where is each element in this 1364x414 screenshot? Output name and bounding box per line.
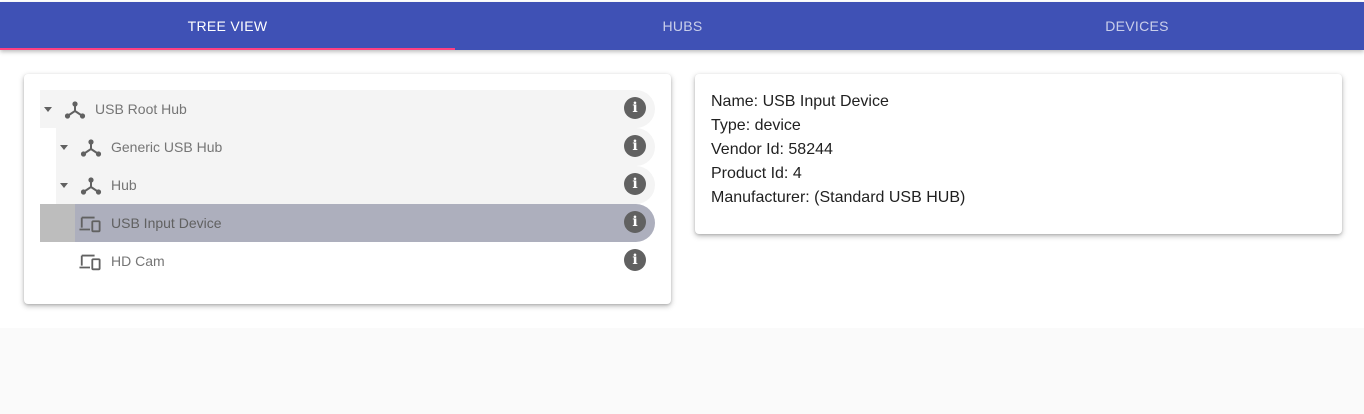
devices-icon bbox=[79, 216, 101, 233]
tab-devices-label: DEVICES bbox=[1105, 18, 1169, 34]
detail-product-id: Product Id: 4 bbox=[711, 165, 802, 182]
selection-gutter bbox=[40, 204, 76, 242]
active-tab-indicator bbox=[0, 48, 455, 50]
tree-node-label: HD Cam bbox=[111, 253, 165, 269]
info-icon[interactable]: i bbox=[624, 211, 646, 233]
info-icon[interactable]: i bbox=[624, 97, 646, 119]
content-area: USB Root Hub i Generic USB Hub i Hub i U… bbox=[0, 50, 1364, 328]
tab-hubs-label: HUBS bbox=[662, 18, 703, 34]
tab-devices[interactable]: DEVICES bbox=[910, 2, 1364, 50]
info-icon[interactable]: i bbox=[624, 135, 646, 157]
tree-node-usb-input-device[interactable]: USB Input Device i bbox=[40, 204, 655, 242]
tree-node-hd-cam[interactable]: HD Cam i bbox=[40, 242, 655, 280]
expand-arrow-icon[interactable] bbox=[60, 183, 68, 188]
tree-node-label: USB Input Device bbox=[111, 215, 222, 231]
expand-arrow-icon[interactable] bbox=[44, 107, 52, 112]
tree-node-label: USB Root Hub bbox=[95, 101, 187, 117]
usb-hub-icon bbox=[64, 101, 86, 119]
device-tree-card: USB Root Hub i Generic USB Hub i Hub i U… bbox=[24, 74, 671, 304]
info-icon[interactable]: i bbox=[624, 249, 646, 271]
tab-tree-view[interactable]: TREE VIEW bbox=[0, 2, 455, 50]
tab-tree-view-label: TREE VIEW bbox=[187, 18, 268, 34]
tree-node-bg bbox=[56, 166, 655, 204]
usb-hub-icon bbox=[80, 177, 102, 195]
expand-arrow-icon[interactable] bbox=[60, 145, 68, 150]
detail-vendor-id: Vendor Id: 58244 bbox=[711, 141, 833, 158]
info-icon[interactable]: i bbox=[624, 173, 646, 195]
detail-type: Type: device bbox=[711, 117, 801, 134]
detail-manufacturer: Manufacturer: (Standard USB HUB) bbox=[711, 189, 966, 206]
tree-node-hub[interactable]: Hub i bbox=[40, 166, 655, 204]
tab-hubs[interactable]: HUBS bbox=[455, 2, 910, 50]
tree-node-generic-usb-hub[interactable]: Generic USB Hub i bbox=[40, 128, 655, 166]
tab-bar: TREE VIEW HUBS DEVICES bbox=[0, 2, 1364, 50]
devices-icon bbox=[79, 254, 101, 271]
tree-node-usb-root-hub[interactable]: USB Root Hub i bbox=[40, 90, 655, 128]
device-details-card: Name: USB Input Device Type: device Vend… bbox=[695, 74, 1342, 234]
tree-node-label: Hub bbox=[111, 177, 137, 193]
usb-hub-icon bbox=[80, 139, 102, 157]
tree-node-label: Generic USB Hub bbox=[111, 139, 223, 155]
detail-name: Name: USB Input Device bbox=[711, 93, 889, 110]
